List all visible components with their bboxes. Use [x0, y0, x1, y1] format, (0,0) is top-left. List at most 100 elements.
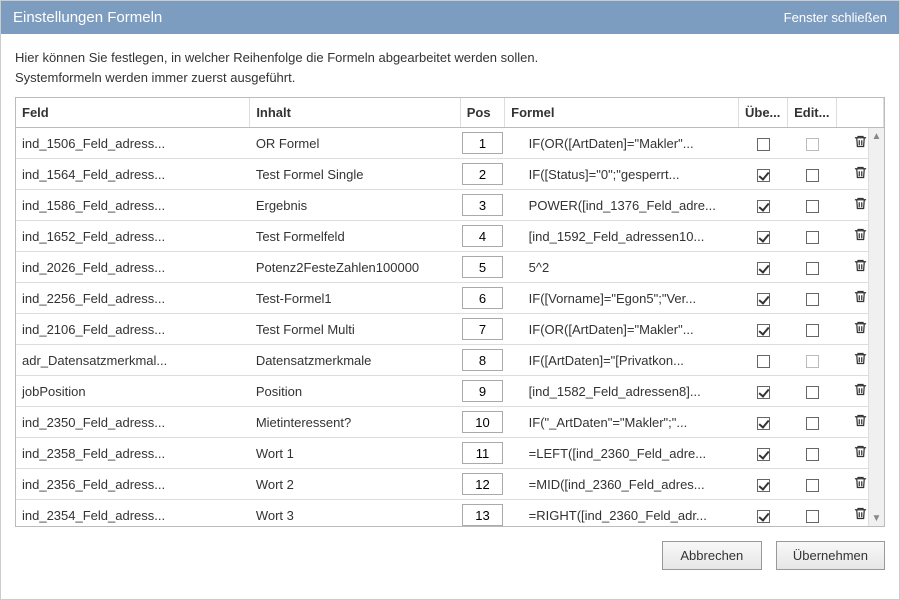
cell-inhalt: Wort 2	[250, 469, 460, 500]
table-row[interactable]: ind_2350_Feld_adress...Mietinteressent?I…	[16, 407, 884, 438]
cell-uebernehmen	[738, 314, 787, 345]
table-row[interactable]: ind_2358_Feld_adress...Wort 1=LEFT([ind_…	[16, 438, 884, 469]
cell-edit	[788, 252, 837, 283]
edit-checkbox[interactable]	[806, 479, 819, 492]
pos-input[interactable]	[462, 318, 502, 340]
vertical-scrollbar[interactable]: ▲ ▼	[868, 128, 884, 526]
edit-checkbox[interactable]	[806, 324, 819, 337]
titlebar: Einstellungen Formeln Fenster schließen	[1, 1, 899, 34]
trash-icon[interactable]	[853, 226, 868, 243]
cell-formel: POWER([ind_1376_Feld_adre...	[505, 190, 739, 221]
uebernehmen-checkbox[interactable]	[757, 293, 770, 306]
trash-icon[interactable]	[853, 164, 868, 181]
uebernehmen-checkbox[interactable]	[757, 355, 770, 368]
trash-icon[interactable]	[853, 288, 868, 305]
table-row[interactable]: ind_2356_Feld_adress...Wort 2=MID([ind_2…	[16, 469, 884, 500]
edit-checkbox[interactable]	[806, 386, 819, 399]
instructions-line-1: Hier können Sie festlegen, in welcher Re…	[15, 48, 885, 68]
uebernehmen-checkbox[interactable]	[757, 324, 770, 337]
cell-inhalt: Test-Formel1	[250, 283, 460, 314]
cell-formel: IF([Status]="0";"gesperrt...	[505, 159, 739, 190]
apply-button[interactable]: Übernehmen	[776, 541, 885, 570]
close-window-link[interactable]: Fenster schließen	[784, 10, 887, 25]
pos-input[interactable]	[462, 349, 502, 371]
column-header-pos[interactable]: Pos	[460, 98, 504, 128]
uebernehmen-checkbox[interactable]	[757, 448, 770, 461]
cell-uebernehmen	[738, 500, 787, 528]
pos-input[interactable]	[462, 256, 502, 278]
cell-formel: [ind_1582_Feld_adressen8]...	[505, 376, 739, 407]
table-row[interactable]: ind_2354_Feld_adress...Wort 3=RIGHT([ind…	[16, 500, 884, 528]
trash-icon[interactable]	[853, 257, 868, 274]
cell-formel: =MID([ind_2360_Feld_adres...	[505, 469, 739, 500]
pos-input[interactable]	[462, 442, 502, 464]
pos-input[interactable]	[462, 225, 502, 247]
trash-icon[interactable]	[853, 474, 868, 491]
uebernehmen-checkbox[interactable]	[757, 169, 770, 182]
table-row[interactable]: jobPositionPosition [ind_1582_Feld_adress…	[16, 376, 884, 407]
pos-input[interactable]	[462, 132, 502, 154]
edit-checkbox[interactable]	[806, 417, 819, 430]
trash-icon[interactable]	[853, 319, 868, 336]
cell-pos	[460, 345, 504, 376]
uebernehmen-checkbox[interactable]	[757, 262, 770, 275]
edit-checkbox[interactable]	[806, 231, 819, 244]
table-row[interactable]: ind_1506_Feld_adress...OR FormelIF(OR([A…	[16, 128, 884, 159]
trash-icon[interactable]	[853, 195, 868, 212]
trash-icon[interactable]	[853, 505, 868, 522]
pos-input[interactable]	[462, 163, 502, 185]
cell-edit	[788, 190, 837, 221]
pos-input[interactable]	[462, 473, 502, 495]
edit-checkbox	[806, 138, 819, 151]
pos-input[interactable]	[462, 411, 502, 433]
table-row[interactable]: ind_2256_Feld_adress...Test-Formel1IF([V…	[16, 283, 884, 314]
cell-edit	[788, 221, 837, 252]
cell-inhalt: Position	[250, 376, 460, 407]
column-header-formel[interactable]: Formel	[505, 98, 739, 128]
table-row[interactable]: ind_2106_Feld_adress...Test Formel Multi…	[16, 314, 884, 345]
cell-inhalt: OR Formel	[250, 128, 460, 159]
uebernehmen-checkbox[interactable]	[757, 417, 770, 430]
edit-checkbox[interactable]	[806, 262, 819, 275]
cell-feld: ind_2026_Feld_adress...	[16, 252, 250, 283]
trash-icon[interactable]	[853, 350, 868, 367]
edit-checkbox[interactable]	[806, 510, 819, 523]
edit-checkbox[interactable]	[806, 448, 819, 461]
table-row[interactable]: ind_1586_Feld_adress...ErgebnisPOWER([in…	[16, 190, 884, 221]
edit-checkbox[interactable]	[806, 293, 819, 306]
table-row[interactable]: ind_1652_Feld_adress...Test Formelfeld[i…	[16, 221, 884, 252]
pos-input[interactable]	[462, 287, 502, 309]
pos-input[interactable]	[462, 380, 502, 402]
trash-icon[interactable]	[853, 381, 868, 398]
uebernehmen-checkbox[interactable]	[757, 479, 770, 492]
uebernehmen-checkbox[interactable]	[757, 231, 770, 244]
cell-uebernehmen	[738, 159, 787, 190]
table-row[interactable]: adr_Datensatzmerkmal...Datensatzmerkmale…	[16, 345, 884, 376]
edit-checkbox[interactable]	[806, 169, 819, 182]
column-header-feld[interactable]: Feld	[16, 98, 250, 128]
cell-inhalt: Potenz2FesteZahlen100000	[250, 252, 460, 283]
pos-input[interactable]	[462, 194, 502, 216]
trash-icon[interactable]	[853, 443, 868, 460]
table-row[interactable]: ind_1564_Feld_adress...Test Formel Singl…	[16, 159, 884, 190]
edit-checkbox[interactable]	[806, 200, 819, 213]
trash-icon[interactable]	[853, 133, 868, 150]
cancel-button[interactable]: Abbrechen	[662, 541, 762, 570]
table-row[interactable]: ind_2026_Feld_adress...Potenz2FesteZahle…	[16, 252, 884, 283]
trash-icon[interactable]	[853, 412, 868, 429]
scroll-down-arrow-icon[interactable]: ▼	[869, 510, 884, 526]
column-header-uebe[interactable]: Übe...	[738, 98, 787, 128]
uebernehmen-checkbox[interactable]	[757, 510, 770, 523]
cell-formel: IF([ArtDaten]="[Privatkon...	[505, 345, 739, 376]
uebernehmen-checkbox[interactable]	[757, 200, 770, 213]
column-header-edit[interactable]: Edit...	[788, 98, 837, 128]
uebernehmen-checkbox[interactable]	[757, 386, 770, 399]
cell-feld: jobPosition	[16, 376, 250, 407]
table-header-row: Feld Inhalt Pos Formel Übe... Edit...	[16, 98, 884, 128]
cell-pos	[460, 159, 504, 190]
scroll-up-arrow-icon[interactable]: ▲	[869, 128, 884, 144]
cell-formel: [ind_1592_Feld_adressen10...	[505, 221, 739, 252]
column-header-inhalt[interactable]: Inhalt	[250, 98, 460, 128]
pos-input[interactable]	[462, 504, 502, 526]
uebernehmen-checkbox[interactable]	[757, 138, 770, 151]
